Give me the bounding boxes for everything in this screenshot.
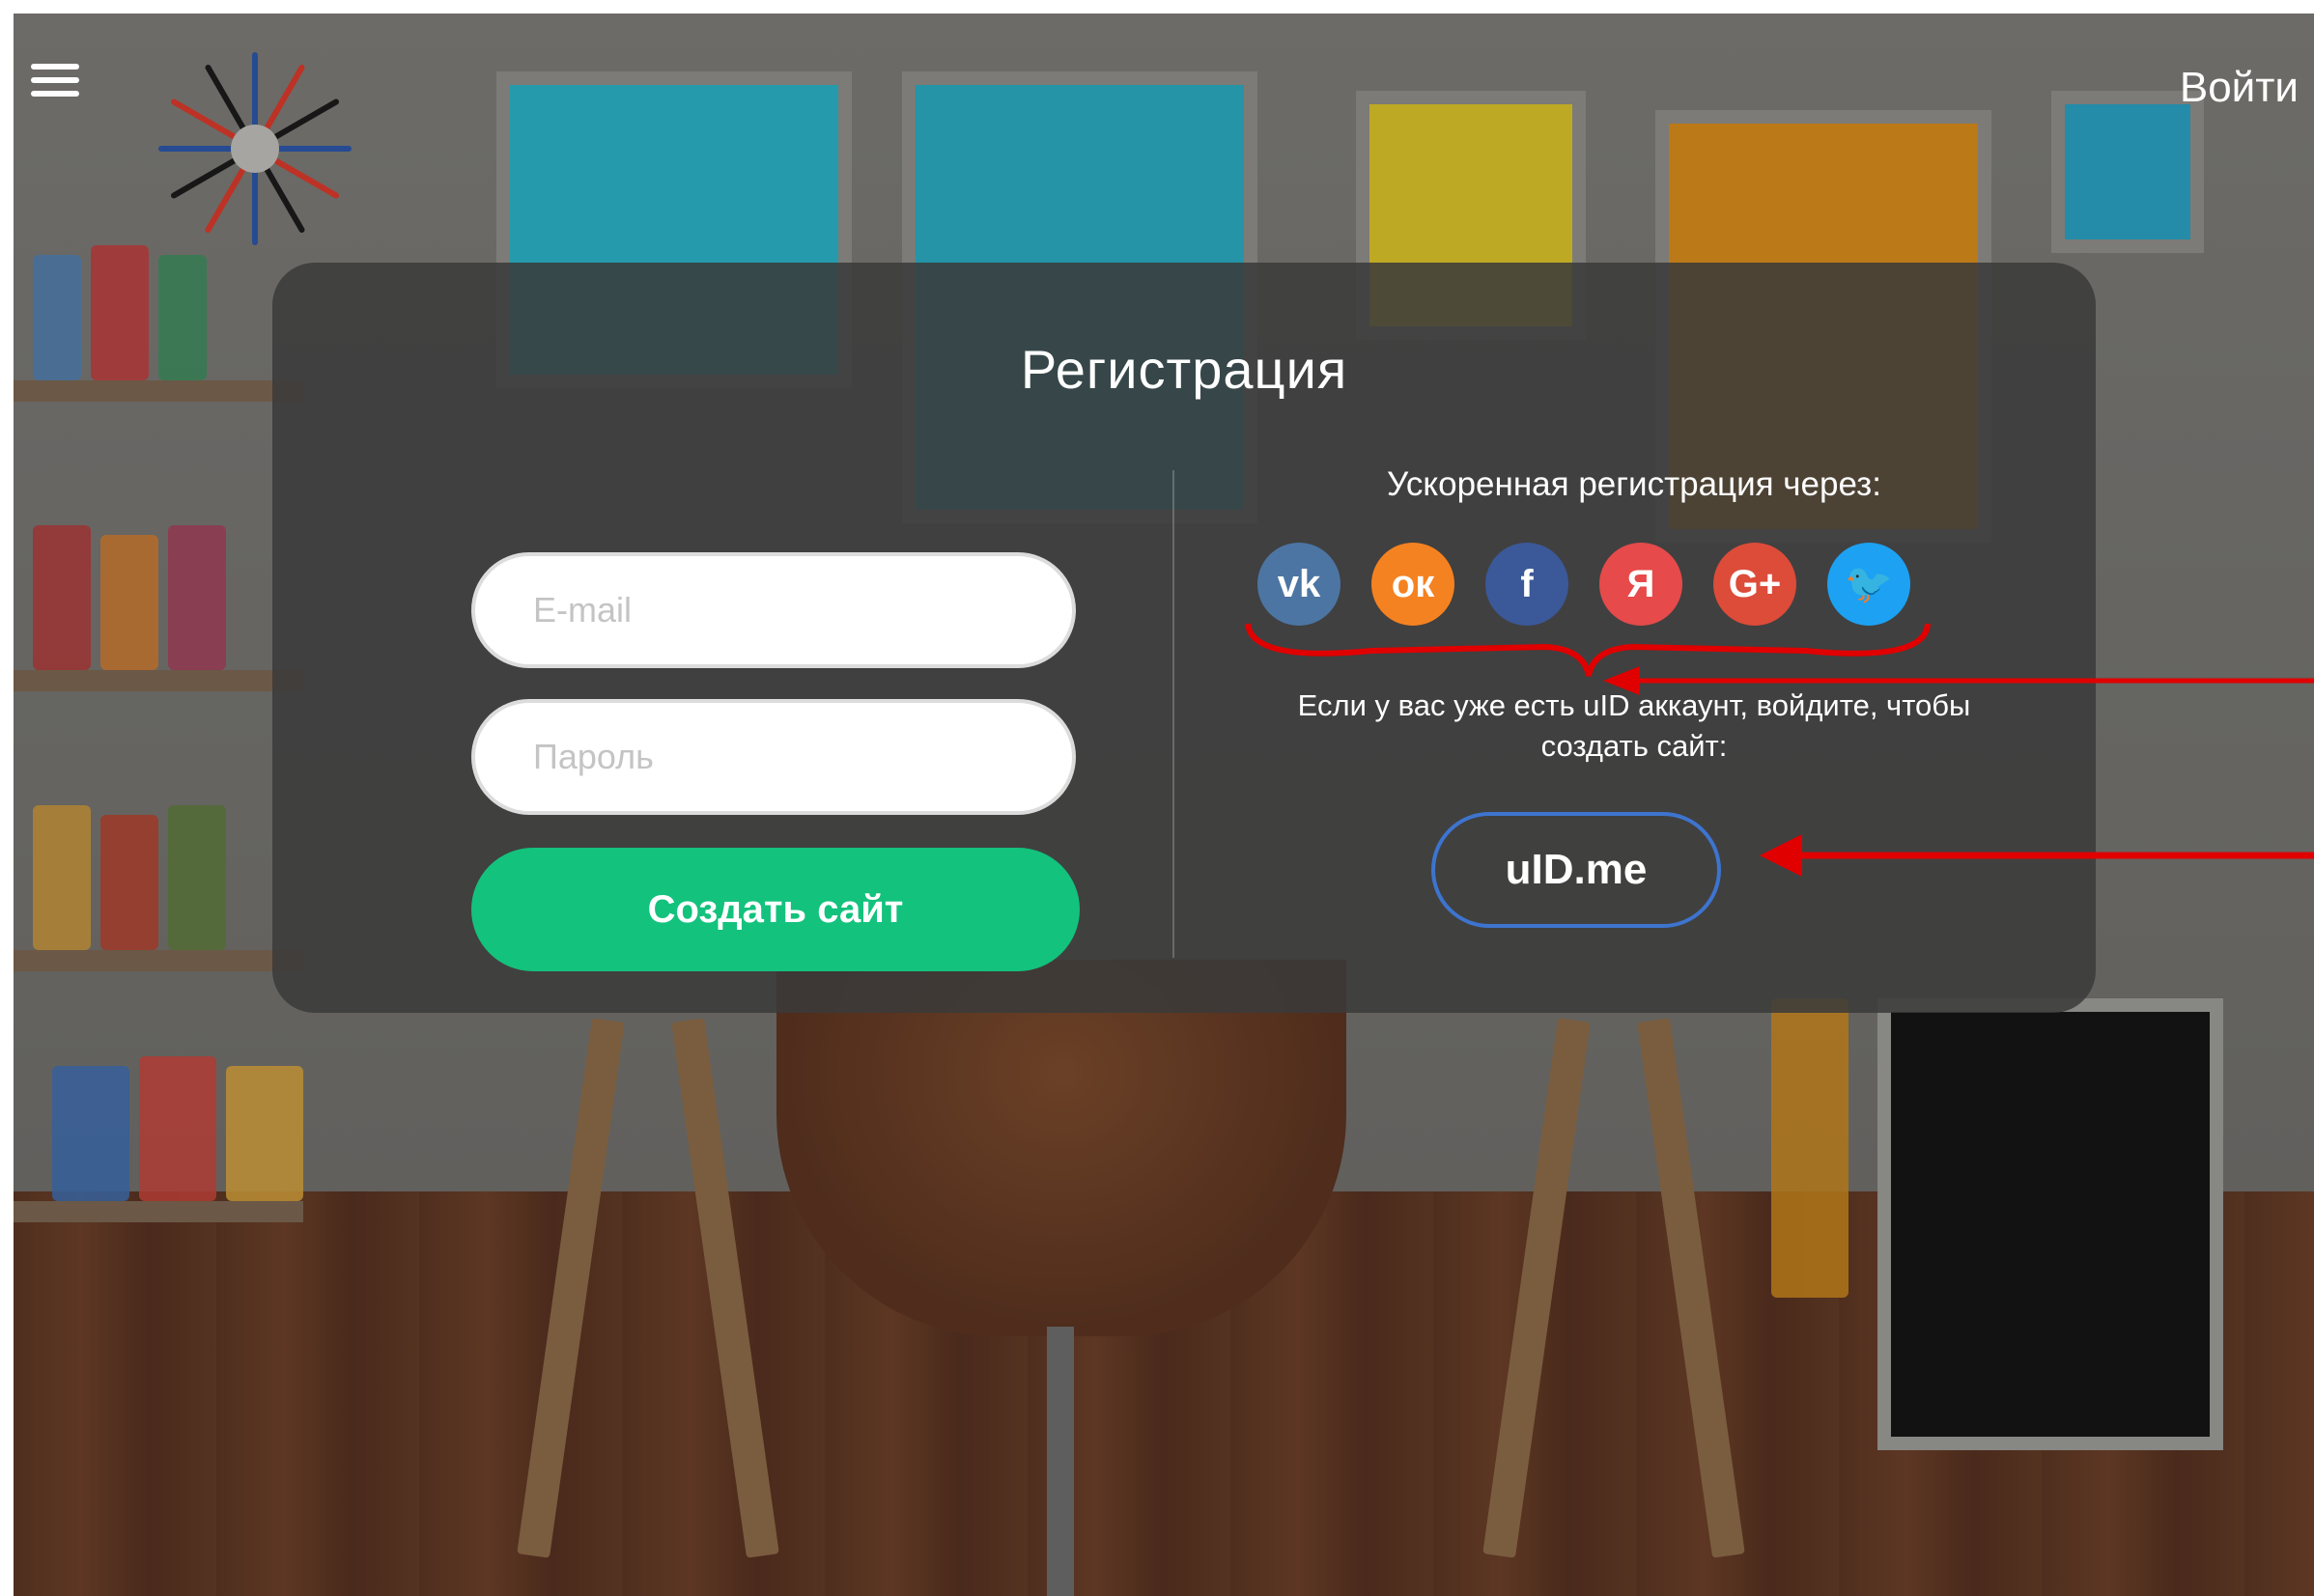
uid-login-button[interactable]: uID.me [1431, 812, 1721, 928]
uid-hint-line: создать сайт: [1540, 729, 1728, 763]
social-login-row: vk ок f Я G+ 🐦 [1257, 543, 2011, 630]
page-background: Войти Регистрация Создать сайт Ускоренна… [14, 14, 2314, 1596]
uid-hint-line: Если у вас уже есть uID аккаунт, войдите… [1297, 688, 1971, 722]
uid-account-hint: Если у вас уже есть uID аккаунт, войдите… [1199, 686, 2069, 767]
hamburger-menu-icon [31, 64, 79, 70]
registration-panel: Регистрация Создать сайт Ускоренная реги… [272, 263, 2096, 1013]
odnoklassniki-icon[interactable]: ок [1371, 543, 1454, 626]
hamburger-line [31, 77, 79, 83]
facebook-icon[interactable]: f [1485, 543, 1568, 626]
login-link[interactable]: Войти [2180, 64, 2299, 112]
menu-button[interactable] [31, 64, 81, 102]
email-field[interactable] [471, 552, 1076, 668]
create-site-button[interactable]: Создать сайт [471, 848, 1080, 971]
yandex-icon[interactable]: Я [1599, 543, 1682, 626]
twitter-icon[interactable]: 🐦 [1827, 543, 1910, 626]
panel-divider [1172, 470, 1174, 958]
fast-registration-label: Ускоренная регистрация через: [1387, 465, 1881, 503]
google-plus-icon[interactable]: G+ [1713, 543, 1796, 626]
password-field[interactable] [471, 699, 1076, 815]
vk-icon[interactable]: vk [1257, 543, 1340, 626]
hamburger-line [31, 91, 79, 97]
registration-title: Регистрация [1020, 339, 1348, 400]
